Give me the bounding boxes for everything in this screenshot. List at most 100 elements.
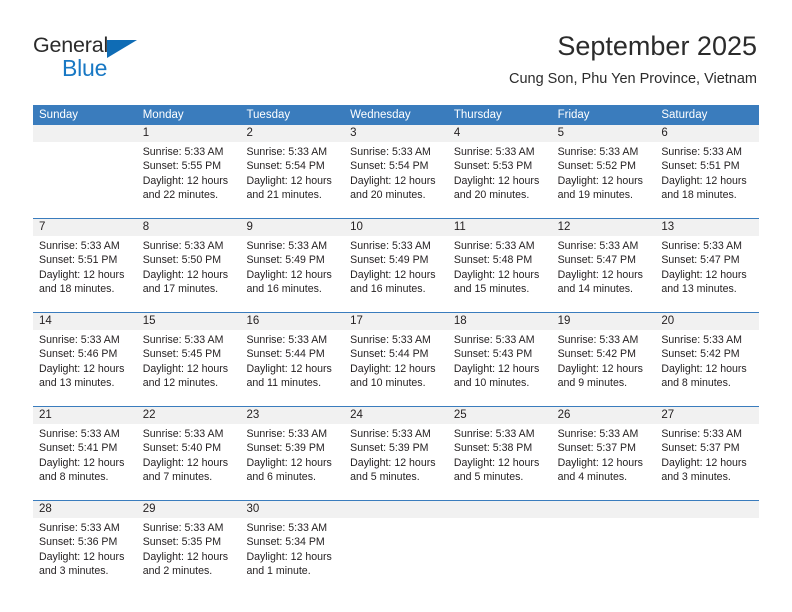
day-cell[interactable]: Sunrise: 5:33 AM Sunset: 5:54 PM Daylight:… <box>344 142 448 212</box>
day-detail-line: Sunrise: 5:33 AM <box>350 240 431 252</box>
day-detail-line: Daylight: 12 hours <box>39 456 125 469</box>
day-detail-line: Sunrise: 5:33 AM <box>453 240 535 252</box>
day-detail-line: Sunset: 5:54 PM <box>350 160 429 173</box>
day-number-empty <box>655 501 759 518</box>
day-cell[interactable]: Sunrise: 5:33 AM Sunset: 5:54 PM Daylight:… <box>240 142 344 212</box>
day-detail-line: and 10 minutes. <box>453 377 530 390</box>
day-number[interactable]: 5 <box>552 125 656 142</box>
day-number[interactable]: 26 <box>552 407 656 424</box>
day-detail-line: Sunset: 5:43 PM <box>453 348 533 361</box>
day-cell[interactable]: Sunrise: 5:33 AM Sunset: 5:52 PM Daylight:… <box>552 142 656 212</box>
day-number[interactable]: 22 <box>137 407 241 424</box>
page-subtitle: Cung Son, Phu Yen Province, Vietnam <box>508 71 757 87</box>
day-detail-line: and 19 minutes. <box>557 189 633 202</box>
day-number[interactable]: 10 <box>344 219 448 236</box>
day-detail-line: and 16 minutes. <box>246 283 322 296</box>
day-number[interactable]: 28 <box>33 501 137 518</box>
day-detail-line: Daylight: 12 hours <box>453 362 540 375</box>
day-detail-line: and 13 minutes. <box>661 283 737 296</box>
day-number[interactable]: 24 <box>344 407 448 424</box>
day-cell[interactable]: Sunrise: 5:33 AM Sunset: 5:51 PM Daylight:… <box>655 142 759 212</box>
week-detail-row: Sunrise: 5:33 AM Sunset: 5:46 PM Daylight:… <box>33 330 759 400</box>
day-cell[interactable]: Sunrise: 5:33 AM Sunset: 5:44 PM Daylight:… <box>344 330 448 400</box>
day-cell[interactable]: Sunrise: 5:33 AM Sunset: 5:50 PM Daylight:… <box>137 236 241 306</box>
logo-triangle-icon <box>107 40 137 58</box>
day-detail-line: Daylight: 12 hours <box>246 456 332 469</box>
general-blue-logo[interactable]: General Blue <box>33 33 163 81</box>
day-detail-line: Sunset: 5:44 PM <box>246 348 325 361</box>
day-detail-line: Sunrise: 5:33 AM <box>39 522 120 534</box>
calendar-week-row: 21 22 23 24 25 26 27 Sunrise: 5:33 AM Sunset: 5:… <box>33 406 759 494</box>
day-detail-line: and 14 minutes. <box>557 283 633 296</box>
day-number[interactable]: 30 <box>240 501 344 518</box>
day-detail-line: Sunrise: 5:33 AM <box>246 334 328 346</box>
day-cell[interactable]: Sunrise: 5:33 AM Sunset: 5:36 PM Daylight:… <box>33 518 137 588</box>
day-cell[interactable]: Sunrise: 5:33 AM Sunset: 5:40 PM Daylight:… <box>137 424 241 494</box>
day-cell[interactable]: Sunrise: 5:33 AM Sunset: 5:39 PM Daylight:… <box>240 424 344 494</box>
day-number-empty <box>448 501 552 518</box>
week-date-band: 28 29 30 <box>33 501 759 518</box>
day-cell[interactable]: Sunrise: 5:33 AM Sunset: 5:37 PM Daylight:… <box>552 424 656 494</box>
day-cell[interactable]: Sunrise: 5:33 AM Sunset: 5:45 PM Daylight:… <box>137 330 241 400</box>
day-number[interactable]: 23 <box>240 407 344 424</box>
day-number[interactable]: 20 <box>655 313 759 330</box>
day-number[interactable]: 21 <box>33 407 137 424</box>
day-cell[interactable]: Sunrise: 5:33 AM Sunset: 5:49 PM Daylight:… <box>344 236 448 306</box>
day-cell[interactable]: Sunrise: 5:33 AM Sunset: 5:51 PM Daylight:… <box>33 236 137 306</box>
day-number[interactable]: 25 <box>448 407 552 424</box>
day-detail-line: Daylight: 12 hours <box>142 268 229 281</box>
day-detail-line: Sunset: 5:52 PM <box>557 160 636 173</box>
day-detail-line: and 10 minutes. <box>350 377 426 390</box>
day-detail-line: Daylight: 12 hours <box>350 362 436 375</box>
day-number[interactable]: 13 <box>655 219 759 236</box>
day-cell[interactable]: Sunrise: 5:33 AM Sunset: 5:53 PM Daylight:… <box>448 142 552 212</box>
day-detail-line: Daylight: 12 hours <box>350 456 436 469</box>
day-cell[interactable]: Sunrise: 5:33 AM Sunset: 5:42 PM Daylight:… <box>552 330 656 400</box>
day-number[interactable]: 6 <box>655 125 759 142</box>
day-cell[interactable]: Sunrise: 5:33 AM Sunset: 5:37 PM Daylight:… <box>655 424 759 494</box>
day-cell[interactable]: Sunrise: 5:33 AM Sunset: 5:43 PM Daylight:… <box>448 330 552 400</box>
day-number[interactable]: 9 <box>240 219 344 236</box>
day-detail-line: Sunrise: 5:33 AM <box>39 428 120 440</box>
day-detail-line: Daylight: 12 hours <box>557 362 643 375</box>
day-number[interactable]: 17 <box>344 313 448 330</box>
day-detail-line: Daylight: 12 hours <box>246 550 332 563</box>
day-cell[interactable]: Sunrise: 5:33 AM Sunset: 5:48 PM Daylight:… <box>448 236 552 306</box>
day-detail-line: Daylight: 12 hours <box>661 456 747 469</box>
day-cell[interactable]: Sunrise: 5:33 AM Sunset: 5:35 PM Daylight:… <box>137 518 241 588</box>
masthead: General Blue September 2025 Cung Son, Ph… <box>0 0 792 100</box>
day-detail-line: and 1 minute. <box>246 565 311 578</box>
day-number[interactable]: 3 <box>344 125 448 142</box>
day-number[interactable]: 4 <box>448 125 552 142</box>
day-number[interactable]: 27 <box>655 407 759 424</box>
day-cell[interactable]: Sunrise: 5:33 AM Sunset: 5:38 PM Daylight:… <box>448 424 552 494</box>
day-number[interactable]: 11 <box>448 219 552 236</box>
day-number[interactable]: 14 <box>33 313 137 330</box>
day-cell[interactable]: Sunrise: 5:33 AM Sunset: 5:39 PM Daylight:… <box>344 424 448 494</box>
day-number[interactable]: 18 <box>448 313 552 330</box>
day-number[interactable]: 2 <box>240 125 344 142</box>
day-number[interactable]: 8 <box>137 219 241 236</box>
day-number[interactable]: 16 <box>240 313 344 330</box>
day-cell[interactable]: Sunrise: 5:33 AM Sunset: 5:42 PM Daylight:… <box>655 330 759 400</box>
day-cell[interactable]: Sunrise: 5:33 AM Sunset: 5:49 PM Daylight:… <box>240 236 344 306</box>
day-detail-line: Sunrise: 5:33 AM <box>142 240 224 252</box>
day-cell[interactable]: Sunrise: 5:33 AM Sunset: 5:46 PM Daylight:… <box>33 330 137 400</box>
day-number[interactable]: 15 <box>137 313 241 330</box>
day-number[interactable]: 1 <box>137 125 241 142</box>
day-cell[interactable]: Sunrise: 5:33 AM Sunset: 5:47 PM Daylight:… <box>655 236 759 306</box>
day-detail-line: Sunrise: 5:33 AM <box>453 334 535 346</box>
day-cell[interactable]: Sunrise: 5:33 AM Sunset: 5:55 PM Daylight:… <box>137 142 241 212</box>
day-cell[interactable]: Sunrise: 5:33 AM Sunset: 5:44 PM Daylight:… <box>240 330 344 400</box>
day-number[interactable]: 29 <box>137 501 241 518</box>
day-detail-line: Daylight: 12 hours <box>557 268 643 281</box>
day-cell[interactable]: Sunrise: 5:33 AM Sunset: 5:47 PM Daylight:… <box>552 236 656 306</box>
day-cell[interactable]: Sunrise: 5:33 AM Sunset: 5:41 PM Daylight:… <box>33 424 137 494</box>
day-cell[interactable]: Sunrise: 5:33 AM Sunset: 5:34 PM Daylight:… <box>240 518 344 588</box>
day-number[interactable]: 19 <box>552 313 656 330</box>
day-detail-line: and 4 minutes. <box>557 471 628 484</box>
day-detail-line: Sunrise: 5:33 AM <box>246 240 328 252</box>
day-detail-line: Sunset: 5:37 PM <box>661 442 740 455</box>
day-number[interactable]: 12 <box>552 219 656 236</box>
day-number[interactable]: 7 <box>33 219 137 236</box>
